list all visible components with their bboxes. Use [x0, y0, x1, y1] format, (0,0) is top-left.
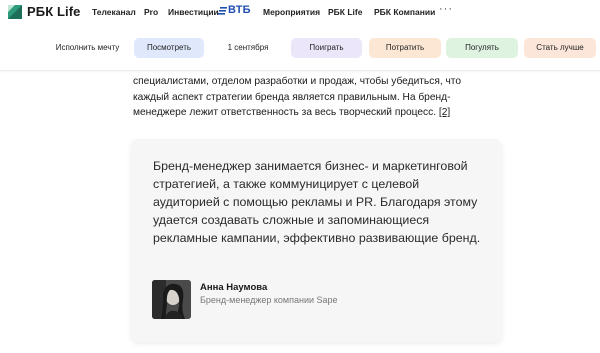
- emotion-chips-bar: Исполнить мечту Посмотреть 1 сентября По…: [0, 24, 600, 71]
- article-line: специалистами, отделом разработки и прод…: [133, 76, 462, 87]
- quote-text: Бренд-менеджер занимается бизнес- и марк…: [153, 159, 481, 245]
- chip-label: Потратить: [385, 43, 425, 52]
- nav-item-investments[interactable]: Инвестиции: [168, 7, 219, 17]
- rbk-logo-icon[interactable]: [8, 5, 22, 19]
- nav-item-rbk-companies[interactable]: РБК Компании: [374, 7, 435, 17]
- author-photo-image: [152, 280, 191, 319]
- chip-become-better[interactable]: Стать лучше: [524, 38, 596, 58]
- site-logo[interactable]: РБК Life: [27, 4, 80, 19]
- nav-item-rbk-life[interactable]: РБК Life: [328, 7, 362, 17]
- author-name: Анна Наумова: [200, 282, 268, 293]
- author-avatar: [152, 280, 191, 319]
- nav-item-tv[interactable]: Телеканал: [92, 7, 136, 17]
- chip-label: Посмотреть: [146, 43, 192, 52]
- quote-card: Бренд-менеджер занимается бизнес- и марк…: [131, 139, 502, 342]
- chip-play[interactable]: Поиграть: [291, 38, 362, 58]
- chip-label: Исполнить мечту: [55, 43, 120, 52]
- article-line: менеджере лежит ответственность за весь …: [133, 105, 493, 121]
- chip-label: Стать лучше: [536, 43, 584, 52]
- chip-spend[interactable]: Потратить: [369, 38, 441, 58]
- more-menu-icon[interactable]: ···: [439, 3, 453, 15]
- chip-label: Погулять: [465, 43, 499, 52]
- article-text: специалистами, отделом разработки и прод…: [133, 74, 493, 121]
- footnote-link[interactable]: [2]: [439, 107, 450, 118]
- chip-fulfill-dream[interactable]: Исполнить мечту: [55, 35, 120, 61]
- chip-watch[interactable]: Посмотреть: [134, 38, 204, 58]
- vtb-logo-icon: [218, 6, 227, 15]
- chip-walk[interactable]: Погулять: [446, 38, 518, 58]
- author-role: Бренд-менеджер компании Sape: [200, 295, 338, 305]
- top-navigation: РБК Life Телеканал Pro Инвестиции ВТБ Ме…: [0, 0, 600, 24]
- nav-item-events[interactable]: Мероприятия: [263, 7, 320, 17]
- partner-vtb[interactable]: ВТБ: [218, 4, 251, 16]
- chip-label: Поиграть: [309, 43, 344, 52]
- chip-september-1[interactable]: 1 сентября: [211, 38, 285, 58]
- article-line: каждый аспект стратегии бренда является …: [133, 91, 451, 103]
- vtb-label: ВТБ: [228, 4, 251, 16]
- chip-label: 1 сентября: [227, 43, 269, 52]
- article-line-text: менеджере лежит ответственность за весь …: [133, 107, 437, 118]
- nav-item-pro[interactable]: Pro: [144, 7, 158, 17]
